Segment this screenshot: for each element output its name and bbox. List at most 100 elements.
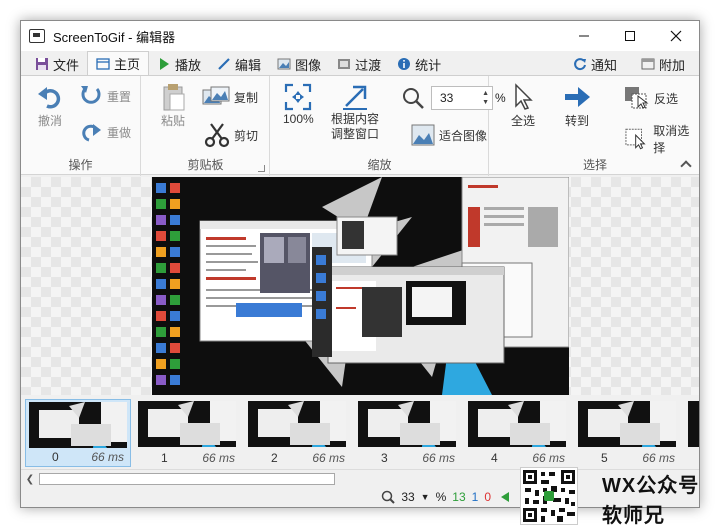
tab-home[interactable]: 主页 bbox=[87, 51, 150, 75]
tab-file[interactable]: 文件 bbox=[27, 53, 87, 75]
frame-number: 2 bbox=[271, 451, 278, 465]
tab-play[interactable]: 播放 bbox=[149, 53, 209, 75]
invert-selection-icon bbox=[625, 87, 649, 109]
scissors-icon bbox=[204, 123, 230, 148]
extras-button[interactable]: 附加 bbox=[633, 53, 693, 75]
status-current-frame: 0 bbox=[484, 490, 491, 504]
watermark: WX公众号 软师兄 bbox=[518, 465, 718, 527]
undo-button[interactable]: 撤消 bbox=[35, 82, 65, 129]
title-bar[interactable]: ScreenToGif - 编辑器 bbox=[21, 21, 699, 51]
fit-window-button[interactable]: 根据内容 调整窗口 bbox=[331, 82, 379, 142]
expand-arrows-icon bbox=[285, 83, 312, 111]
status-frame-count: 13 bbox=[452, 490, 466, 504]
tab-statistics[interactable]: 统计 bbox=[389, 53, 449, 75]
frame-item[interactable]: 1 66 ms bbox=[135, 399, 241, 467]
frame-list: 0 66 ms 1 66 ms 2 66 ms 3 66 ms 4 66 ms … bbox=[21, 397, 699, 469]
frame-delay: 66 ms bbox=[642, 451, 675, 465]
tab-image[interactable]: 图像 bbox=[269, 53, 329, 75]
arrow-right-icon bbox=[565, 87, 590, 107]
zoom-input[interactable]: 33 ▲ ▼ bbox=[431, 86, 493, 110]
invert-selection-button[interactable]: 反选 bbox=[624, 86, 678, 110]
chevron-down-icon[interactable]: ▼ bbox=[421, 492, 430, 502]
watermark-line2: 软师兄 bbox=[602, 505, 665, 527]
magnifier-icon bbox=[403, 88, 424, 109]
frame-thumbnail bbox=[688, 401, 699, 447]
watermark-line1: WX公众号 bbox=[602, 475, 700, 497]
close-icon bbox=[670, 30, 682, 42]
save-icon bbox=[36, 58, 48, 70]
maximize-button[interactable] bbox=[607, 21, 653, 51]
navigate-first-icon[interactable] bbox=[497, 490, 511, 504]
copy-label: 复制 bbox=[234, 90, 259, 105]
frame-thumbnail bbox=[578, 401, 676, 447]
invert-label: 反选 bbox=[654, 91, 679, 106]
group-select: 全选 转到 反选 取消选择 选择 bbox=[490, 76, 699, 176]
frame-delay: 66 ms bbox=[91, 450, 124, 464]
dialog-launcher-icon[interactable] bbox=[258, 165, 265, 172]
extras-label: 附加 bbox=[658, 57, 685, 73]
tab-label: 过渡 bbox=[355, 57, 382, 73]
group-operations: 撤消 重置 重做 操作 bbox=[21, 76, 141, 176]
fit-image-label: 适合图像 bbox=[439, 128, 488, 143]
frame-delay: 66 ms bbox=[202, 451, 235, 465]
deselect-icon bbox=[625, 128, 646, 150]
redo-button[interactable]: 重置 bbox=[79, 84, 131, 108]
status-selected-count: 1 bbox=[471, 490, 479, 504]
thumbnail-image bbox=[468, 401, 566, 447]
goto-button[interactable]: 转到 bbox=[562, 82, 592, 129]
image-icon bbox=[411, 124, 435, 146]
info-icon bbox=[398, 58, 411, 70]
qr-code-pattern bbox=[521, 468, 577, 524]
group-zoom: 100% 根据内容 调整窗口 33 ▲ ▼ % 适合图像 缩放 bbox=[271, 76, 506, 176]
copy-image-icon bbox=[202, 86, 230, 105]
frame-preview[interactable] bbox=[152, 177, 569, 395]
frame-item[interactable]: 3 66 ms bbox=[355, 399, 461, 467]
chevron-down-icon[interactable]: ▼ bbox=[482, 98, 489, 107]
deselect-button[interactable]: 取消选择 bbox=[624, 122, 699, 156]
frame-item[interactable]: 0 66 ms bbox=[25, 399, 131, 467]
ribbon-tab-bar: 文件 主页 播放 编辑 图像 过渡 统计 通知 附加 bbox=[21, 51, 699, 75]
tab-transition[interactable]: 过渡 bbox=[329, 53, 389, 75]
zoom-stepper[interactable]: ▲ ▼ bbox=[482, 89, 489, 107]
cut-button[interactable]: 剪切 bbox=[204, 122, 258, 148]
reset-button[interactable]: 重做 bbox=[79, 120, 131, 144]
notify-button[interactable]: 通知 bbox=[565, 53, 625, 75]
chevron-up-icon[interactable]: ▲ bbox=[482, 89, 489, 98]
fit-image-button[interactable]: 适合图像 bbox=[411, 124, 487, 146]
thumbnail-image bbox=[578, 401, 676, 447]
pencil-icon bbox=[218, 58, 230, 70]
zoom-100-button[interactable]: 100% bbox=[283, 82, 314, 126]
group-label: 剪贴板 bbox=[187, 158, 224, 172]
minimize-button[interactable] bbox=[561, 21, 607, 51]
frame-number: 3 bbox=[381, 451, 388, 465]
frame-item[interactable]: 5 66 ms bbox=[575, 399, 681, 467]
canvas-area[interactable] bbox=[21, 177, 699, 395]
scroll-left-icon[interactable]: ❮ bbox=[23, 472, 37, 486]
frame-thumbnail bbox=[468, 401, 566, 447]
paste-button[interactable]: 粘贴 bbox=[158, 82, 188, 129]
reset-label: 重做 bbox=[107, 125, 132, 140]
window-title: ScreenToGif - 编辑器 bbox=[53, 29, 176, 45]
group-label: 选择 bbox=[582, 158, 607, 172]
tab-label: 编辑 bbox=[235, 57, 262, 73]
tab-label: 主页 bbox=[114, 57, 141, 72]
tab-edit[interactable]: 编辑 bbox=[209, 53, 269, 75]
frame-item-partial[interactable] bbox=[685, 399, 699, 467]
magnifier-icon bbox=[382, 490, 396, 504]
copy-button[interactable]: 复制 bbox=[202, 86, 258, 108]
undo-icon bbox=[38, 87, 61, 109]
thumbnail-image bbox=[358, 401, 456, 447]
transition-icon bbox=[338, 59, 351, 69]
group-label: 操作 bbox=[68, 158, 93, 172]
notify-label: 通知 bbox=[590, 57, 617, 73]
frame-delay: 66 ms bbox=[532, 451, 565, 465]
frame-item[interactable]: 2 66 ms bbox=[245, 399, 351, 467]
scrollbar-thumb[interactable] bbox=[39, 473, 335, 485]
app-monitor-icon bbox=[29, 29, 45, 43]
select-all-button[interactable]: 全选 bbox=[508, 82, 538, 129]
group-clipboard: 粘贴 复制 剪切 剪贴板 bbox=[142, 76, 270, 176]
close-button[interactable] bbox=[653, 21, 699, 51]
frame-delay: 66 ms bbox=[312, 451, 345, 465]
home-icon bbox=[96, 57, 110, 70]
frame-item[interactable]: 4 66 ms bbox=[465, 399, 571, 467]
